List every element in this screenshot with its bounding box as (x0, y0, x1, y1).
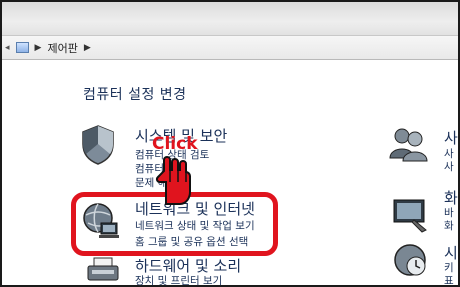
clock-link-2[interactable]: 표 (444, 273, 454, 287)
click-annotation-label: Click (152, 134, 198, 154)
appearance-icon[interactable] (390, 194, 430, 234)
breadcrumb-chevron-icon[interactable]: ▶ (84, 43, 91, 53)
title-bar (2, 2, 458, 36)
printer-icon[interactable] (86, 256, 120, 284)
chevron-left-icon[interactable]: ◂ (5, 43, 10, 53)
control-panel-icon (15, 42, 29, 53)
pointing-hand-icon (155, 156, 191, 205)
category-user-accounts-title[interactable]: 사 (444, 127, 458, 148)
address-bar[interactable]: ◂ ▶ 제어판 ▶ (2, 36, 458, 60)
window-frame: ◂ ▶ 제어판 ▶ 컴퓨터 설정 변경 시스템 및 보안 컴퓨터 상태 검토 컴… (0, 0, 460, 287)
user-accounts-link-2[interactable]: 사 (444, 159, 454, 174)
breadcrumb-separator-icon[interactable]: ▶ (35, 43, 42, 53)
page-title: 컴퓨터 설정 변경 (83, 87, 187, 103)
appearance-link-2[interactable]: 화 (444, 218, 454, 233)
breadcrumb-control-panel[interactable]: 제어판 (47, 40, 77, 56)
users-icon[interactable] (388, 124, 428, 164)
clock-globe-icon[interactable] (392, 242, 428, 278)
link-devices-printers[interactable]: 장치 및 프린터 보기 (135, 273, 222, 287)
shield-icon[interactable] (80, 124, 116, 166)
